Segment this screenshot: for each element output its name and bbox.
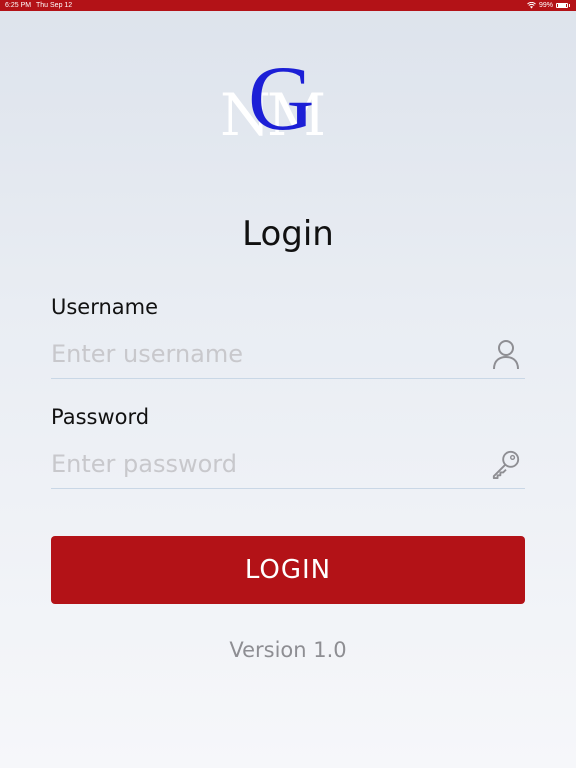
key-icon <box>492 450 520 479</box>
version-label: Version 1.0 <box>229 638 347 662</box>
username-label: Username <box>51 295 159 319</box>
status-indicators: 99% <box>527 0 570 11</box>
password-input[interactable] <box>51 444 471 484</box>
battery-percent: 99% <box>538 2 553 9</box>
battery-icon <box>556 3 568 8</box>
company-logo: NM G <box>218 52 358 150</box>
status-date: Thu Sep 12 <box>36 2 73 9</box>
wifi-icon <box>527 2 536 9</box>
login-button[interactable]: LOGIN <box>51 536 525 604</box>
username-input[interactable] <box>51 334 471 374</box>
status-time: 6:25 PM <box>5 2 32 9</box>
password-field-row <box>51 444 525 489</box>
battery-tip <box>569 4 570 7</box>
user-icon <box>493 340 519 370</box>
logo-letter-g: G <box>248 47 315 149</box>
password-label: Password <box>51 405 150 429</box>
username-field-row <box>51 334 525 379</box>
page-title: Login <box>242 214 334 254</box>
status-bar: 6:25 PM Thu Sep 12 99% <box>0 0 576 11</box>
